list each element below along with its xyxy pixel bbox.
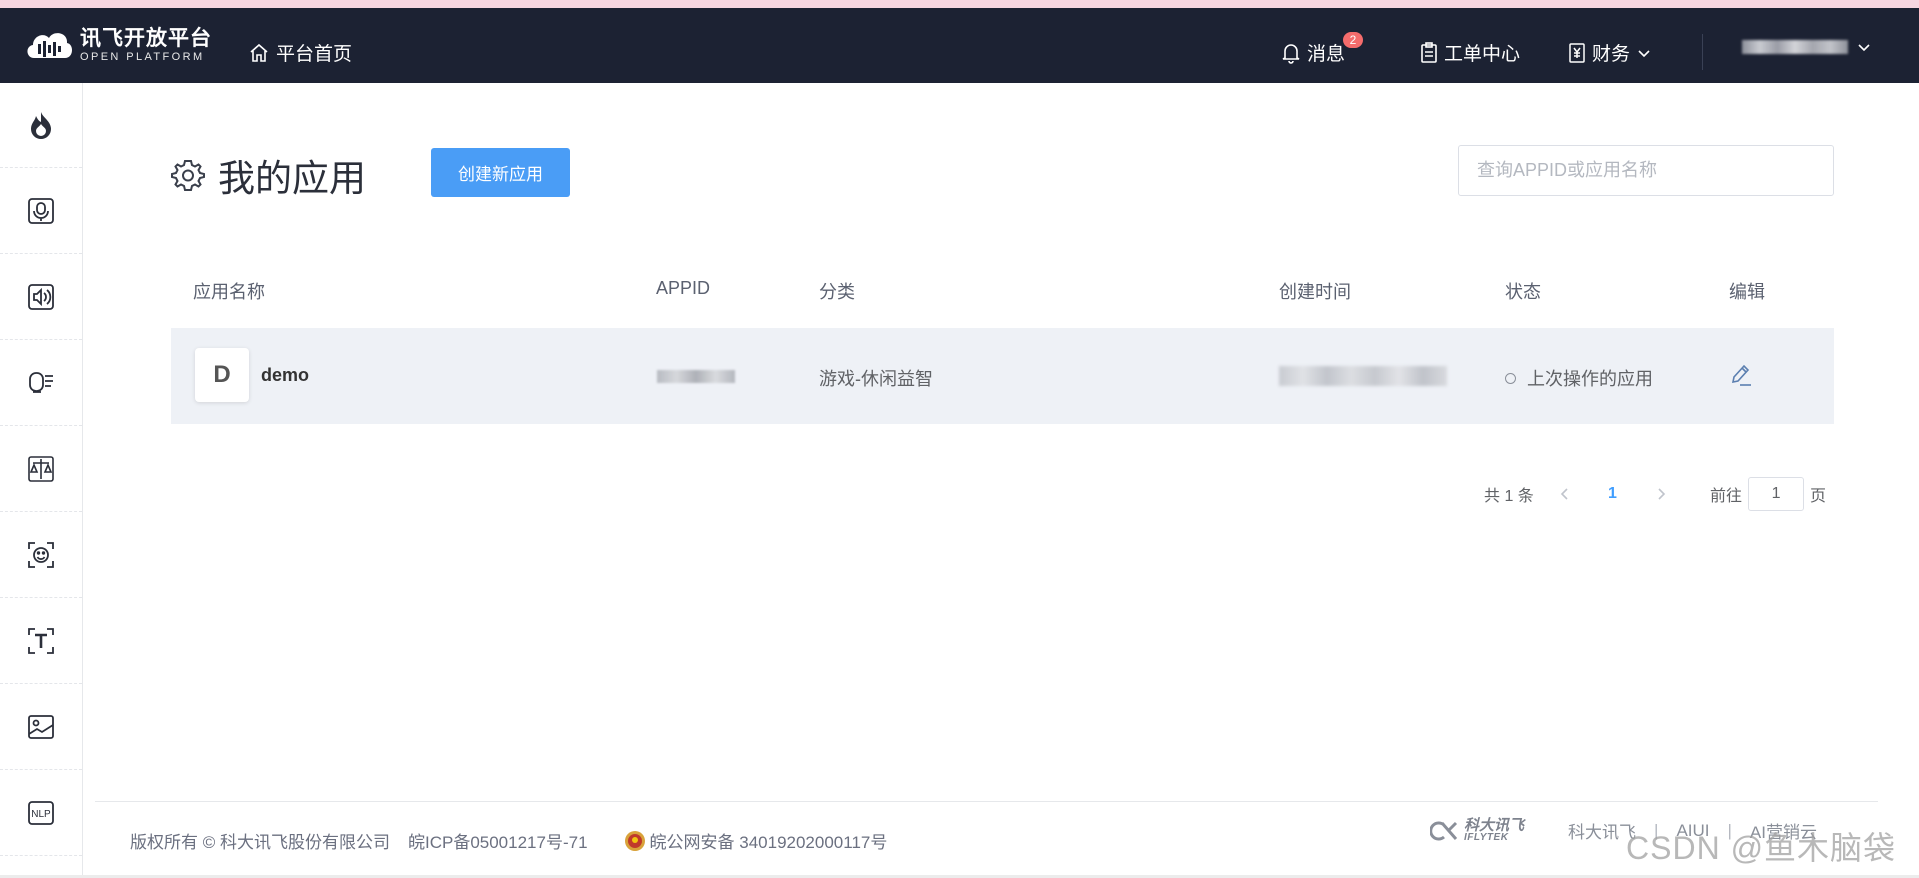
csdn-watermark: CSDN @鱼木脑袋 (1626, 830, 1897, 866)
footer-police-text: 皖公网安备 34019202000117号 (649, 833, 888, 852)
logo-en-text: OPEN PLATFORM (80, 50, 205, 63)
col-header-status: 状态 (1505, 282, 1541, 302)
app-category: 游戏-休闲益智 (819, 369, 933, 389)
edit-pencil-icon[interactable] (1729, 362, 1753, 388)
pagination-next[interactable] (1654, 477, 1668, 511)
police-badge-icon (624, 830, 645, 851)
sidebar-item-hot[interactable] (0, 83, 82, 168)
chevron-down-icon (1858, 44, 1870, 52)
nlp-icon: NLP (28, 800, 54, 825)
top-header: 讯飞开放平台 OPEN PLATFORM 平台首页 消息 2 工单中心 财务 (0, 8, 1919, 83)
messages-link[interactable]: 消息 2 (1281, 32, 1363, 66)
pagination-prev[interactable] (1558, 477, 1572, 511)
page-title-text: 我的应用 (218, 158, 366, 199)
sidebar: NLP (0, 83, 83, 878)
iflytek-en: IFLYTEK (1464, 832, 1509, 843)
sidebar-item-voice-transcribe[interactable] (0, 340, 82, 426)
sidebar-item-compare[interactable] (0, 426, 82, 512)
footer-left: 版权所有 © 科大讯飞股份有限公司 皖ICP备05001217号-71 皖公网安… (130, 828, 905, 853)
app-status: 上次操作的应用 (1505, 365, 1653, 391)
image-icon (28, 714, 54, 739)
app-avatar: D (195, 348, 249, 402)
sidebar-item-face[interactable] (0, 512, 82, 598)
status-dot-icon (1505, 372, 1516, 384)
top-accent-strip (0, 0, 1919, 8)
finance-dropdown[interactable]: 财务 (1568, 39, 1658, 66)
nav-home-link[interactable]: 平台首页 (248, 39, 352, 66)
voice-recording-icon (28, 197, 54, 224)
footer-copyright: 版权所有 © 科大讯飞股份有限公司 (130, 833, 390, 852)
table-row[interactable]: D demo 游戏-休闲益智 上次操作的应用 (171, 328, 1834, 424)
pagination-goto: 前往 页 (1710, 477, 1826, 511)
home-icon (250, 43, 268, 62)
footer-divider (95, 801, 1878, 802)
clipboard-icon (1421, 41, 1437, 63)
svg-text:NLP: NLP (31, 809, 51, 820)
col-header-appid: APPID (656, 278, 711, 298)
compare-icon (28, 455, 54, 482)
logo[interactable]: 讯飞开放平台 OPEN PLATFORM (24, 24, 212, 66)
sidebar-item-image[interactable] (0, 684, 82, 770)
pagination-page-suffix: 页 (1810, 488, 1827, 505)
sidebar-item-nlp[interactable]: NLP (0, 770, 82, 856)
app-status-text: 上次操作的应用 (1527, 369, 1653, 389)
finance-label: 财务 (1592, 44, 1631, 65)
workorder-label: 工单中心 (1444, 44, 1521, 65)
chevron-down-icon (1638, 49, 1650, 57)
iflytek-cn: 科大讯飞 (1464, 817, 1525, 834)
cloud-logo-icon (27, 33, 73, 58)
iflytek-logo[interactable]: 科大讯飞 IFLYTEK (1430, 818, 1524, 843)
messages-badge: 2 (1343, 32, 1363, 48)
speaker-icon (28, 283, 54, 310)
finance-icon (1569, 42, 1585, 63)
logo-cn-text: 讯飞开放平台 (80, 26, 212, 50)
chevron-right-icon (1658, 488, 1666, 500)
voice-transcribe-icon (29, 371, 53, 393)
workorder-link[interactable]: 工单中心 (1420, 39, 1520, 66)
sidebar-item-ocr[interactable] (0, 598, 82, 684)
search-input[interactable] (1458, 145, 1834, 196)
iflytek-mark-icon (1430, 821, 1458, 840)
pagination-goto-input[interactable] (1748, 477, 1805, 511)
flame-icon (31, 112, 51, 139)
header-divider (1702, 34, 1703, 70)
bell-icon (1282, 43, 1300, 64)
col-header-created: 创建时间 (1279, 282, 1351, 302)
messages-label: 消息 (1307, 44, 1346, 65)
sidebar-item-speech-synthesis[interactable] (0, 254, 82, 340)
sidebar-item-voice-recording[interactable] (0, 168, 82, 254)
face-recognition-icon (28, 541, 54, 568)
chevron-left-icon (1560, 488, 1568, 500)
created-time-blurred (1279, 366, 1447, 386)
pagination-page-1[interactable]: 1 (1608, 477, 1617, 511)
pagination-total: 共 1 条 (1484, 488, 1534, 505)
app-name[interactable]: demo (261, 365, 309, 386)
text-ocr-icon (28, 627, 54, 654)
pagination-goto-label: 前往 (1710, 488, 1743, 505)
table-header: 应用名称 APPID 分类 创建时间 状态 编辑 (171, 268, 1834, 328)
gear-icon (171, 160, 205, 191)
nav-home-label: 平台首页 (276, 44, 353, 65)
user-name-blurred (1742, 40, 1848, 54)
col-header-edit: 编辑 (1729, 282, 1765, 302)
col-header-name: 应用名称 (193, 282, 265, 302)
appid-blurred (657, 370, 735, 383)
footer-icp[interactable]: 皖ICP备05001217号-71 (408, 828, 588, 853)
col-header-category: 分类 (819, 282, 855, 302)
create-app-button[interactable]: 创建新应用 (431, 148, 570, 197)
footer-police-record[interactable]: 皖公网安备 34019202000117号 (624, 828, 906, 853)
user-menu[interactable] (1742, 39, 1878, 55)
page-title: 我的应用 (170, 148, 366, 202)
